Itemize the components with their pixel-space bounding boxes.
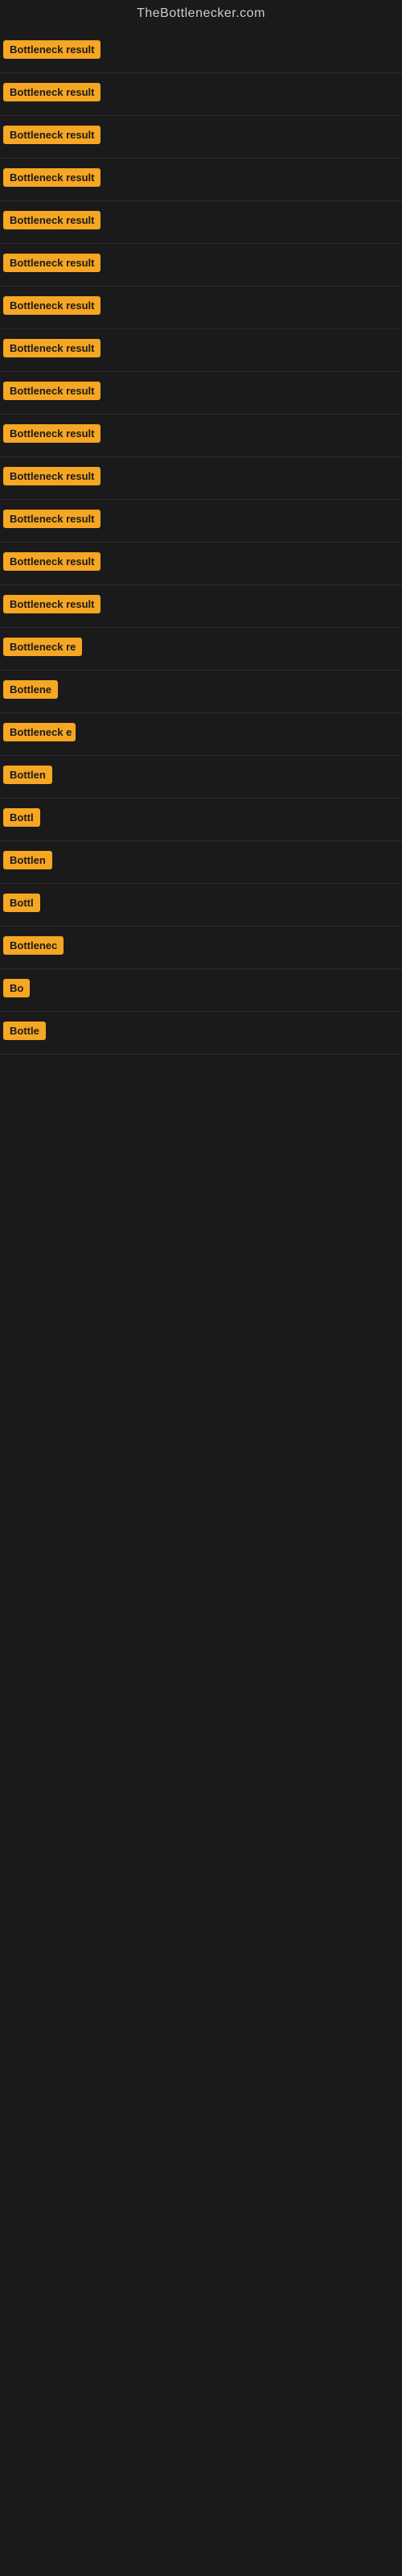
result-row[interactable]: Bottleneck result — [0, 457, 402, 500]
result-row[interactable]: Bottleneck result — [0, 244, 402, 287]
result-row[interactable]: Bottleneck result — [0, 31, 402, 73]
bottleneck-badge[interactable]: Bottleneck result — [3, 126, 100, 144]
site-title: TheBottlenecker.com — [0, 0, 402, 27]
bottleneck-badge[interactable]: Bottleneck result — [3, 168, 100, 187]
bottleneck-badge[interactable]: Bottleneck e — [3, 723, 76, 741]
bottleneck-badge[interactable]: Bottleneck result — [3, 552, 100, 571]
site-header: TheBottlenecker.com — [0, 0, 402, 27]
bottleneck-badge[interactable]: Bottleneck result — [3, 339, 100, 357]
result-row[interactable]: Bottleneck result — [0, 372, 402, 415]
bottleneck-badge[interactable]: Bottlenec — [3, 936, 64, 955]
result-row[interactable]: Bottl — [0, 799, 402, 841]
bottleneck-badge[interactable]: Bottlene — [3, 680, 58, 699]
bottleneck-badge[interactable]: Bottlen — [3, 851, 52, 869]
bottleneck-badge[interactable]: Bottleneck result — [3, 467, 100, 485]
results-container: Bottleneck result Bottleneck result Bottle… — [0, 27, 402, 1055]
result-row[interactable]: Bottlen — [0, 841, 402, 884]
result-row[interactable]: Bottleneck result — [0, 159, 402, 201]
result-row[interactable]: Bottleneck result — [0, 415, 402, 457]
bottleneck-badge[interactable]: Bottl — [3, 894, 40, 912]
bottleneck-badge[interactable]: Bottl — [3, 808, 40, 827]
bottleneck-badge[interactable]: Bottleneck result — [3, 211, 100, 229]
result-row[interactable]: Bottleneck result — [0, 287, 402, 329]
bottleneck-badge[interactable]: Bottleneck result — [3, 510, 100, 528]
bottleneck-badge[interactable]: Bottleneck result — [3, 254, 100, 272]
bottleneck-badge[interactable]: Bottleneck re — [3, 638, 82, 656]
bottleneck-badge[interactable]: Bottleneck result — [3, 83, 100, 101]
bottleneck-badge[interactable]: Bottle — [3, 1022, 46, 1040]
result-row[interactable]: Bottl — [0, 884, 402, 927]
result-row[interactable]: Bottlen — [0, 756, 402, 799]
result-row[interactable]: Bottleneck result — [0, 585, 402, 628]
result-row[interactable]: Bottleneck result — [0, 201, 402, 244]
result-row[interactable]: Bottlene — [0, 671, 402, 713]
bottleneck-badge[interactable]: Bottleneck result — [3, 40, 100, 59]
bottleneck-badge[interactable]: Bottleneck result — [3, 424, 100, 443]
bottleneck-badge[interactable]: Bottleneck result — [3, 595, 100, 613]
bottleneck-badge[interactable]: Bottleneck result — [3, 296, 100, 315]
result-row[interactable]: Bottleneck result — [0, 329, 402, 372]
result-row[interactable]: Bottlenec — [0, 927, 402, 969]
result-row[interactable]: Bottleneck re — [0, 628, 402, 671]
bottleneck-badge[interactable]: Bo — [3, 979, 30, 997]
result-row[interactable]: Bottleneck result — [0, 500, 402, 543]
result-row[interactable]: Bottleneck result — [0, 543, 402, 585]
result-row[interactable]: Bottle — [0, 1012, 402, 1055]
result-row[interactable]: Bottleneck e — [0, 713, 402, 756]
result-row[interactable]: Bottleneck result — [0, 73, 402, 116]
result-row[interactable]: Bo — [0, 969, 402, 1012]
bottleneck-badge[interactable]: Bottleneck result — [3, 382, 100, 400]
bottleneck-badge[interactable]: Bottlen — [3, 766, 52, 784]
result-row[interactable]: Bottleneck result — [0, 116, 402, 159]
